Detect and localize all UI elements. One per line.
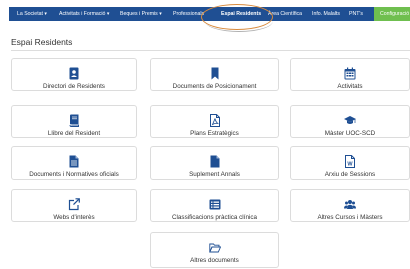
- card-label: Suplement Annals: [189, 171, 240, 178]
- nav-beques-premis[interactable]: Beques i Premis ▾: [120, 7, 162, 21]
- card-plans-estrategics[interactable]: Plans Estratègics: [150, 105, 279, 138]
- card-master-uoc-scd[interactable]: Màster UOC-SCD: [290, 105, 410, 138]
- card-altres-documents[interactable]: Altres documents: [150, 232, 279, 268]
- nav-la-societat[interactable]: La Societat ▾: [17, 7, 47, 21]
- nav-professionals[interactable]: Professionals: [173, 7, 204, 21]
- svg-text:W: W: [347, 162, 353, 168]
- card-altres-cursos-masters[interactable]: Altres Cursos i Màsters: [290, 189, 410, 222]
- card-classificacions-practica-clinica[interactable]: Classificacions pràctica clínica: [150, 189, 279, 222]
- card-label: Classificacions pràctica clínica: [171, 214, 258, 221]
- title-divider: [11, 50, 410, 51]
- nav-activitats-formacio[interactable]: Activitats i Formació ▾: [59, 7, 109, 21]
- card-documents-normatives[interactable]: Documents i Normatives oficials: [11, 146, 137, 180]
- document-text-icon: [68, 155, 80, 168]
- card-label: Altres documents: [190, 257, 239, 264]
- card-label: Activitats: [337, 83, 363, 90]
- card-arxiu-sessions[interactable]: W Arxiu de Sessions: [290, 146, 410, 180]
- card-label: Màster UOC-SCD: [324, 130, 376, 137]
- card-label: Altres Cursos i Màsters: [317, 214, 383, 221]
- book-icon: [68, 114, 80, 127]
- card-label: Documents de Posicionament: [172, 83, 257, 90]
- card-label: Plans Estratègics: [190, 130, 239, 137]
- card-label: Directori de Residents: [43, 83, 105, 90]
- nav-configuracio[interactable]: Configuració: [374, 7, 410, 21]
- contact-card-icon: [68, 67, 80, 80]
- nav-espai-residents[interactable]: Espai Residents: [221, 7, 261, 21]
- nav-pnts[interactable]: PNT's: [349, 7, 363, 21]
- calendar-icon: [344, 67, 356, 80]
- nav-area-cientifica[interactable]: Àrea Científica: [268, 7, 302, 21]
- card-label: Webs d'interès: [53, 214, 95, 221]
- graduation-cap-icon: [344, 114, 356, 127]
- card-webs-interes[interactable]: Webs d'interès: [11, 189, 137, 222]
- card-label: Documents i Normatives oficials: [29, 171, 119, 178]
- page-title: Espai Residents: [11, 37, 73, 47]
- card-label: Llibre del Resident: [47, 130, 101, 137]
- users-icon: [344, 198, 356, 211]
- list-icon: [209, 198, 221, 211]
- card-llibre-resident[interactable]: Llibre del Resident: [11, 105, 137, 138]
- pdf-file-icon: [209, 114, 221, 127]
- folder-open-icon: [208, 241, 221, 254]
- main-navbar: La Societat ▾ Activitats i Formació ▾ Be…: [9, 7, 410, 21]
- bookmark-icon: [209, 67, 221, 80]
- card-suplement-annals[interactable]: Suplement Annals: [150, 146, 279, 180]
- document-icon: [209, 155, 221, 168]
- card-activitats[interactable]: Activitats: [290, 58, 410, 91]
- card-label: Arxiu de Sessions: [324, 171, 376, 178]
- nav-info-malalts[interactable]: Info. Malalts: [312, 7, 340, 21]
- card-directori-residents[interactable]: Directori de Residents: [11, 58, 137, 91]
- external-link-icon: [68, 198, 80, 211]
- card-documents-posicionament[interactable]: Documents de Posicionament: [150, 58, 279, 91]
- word-file-icon: W: [344, 155, 356, 168]
